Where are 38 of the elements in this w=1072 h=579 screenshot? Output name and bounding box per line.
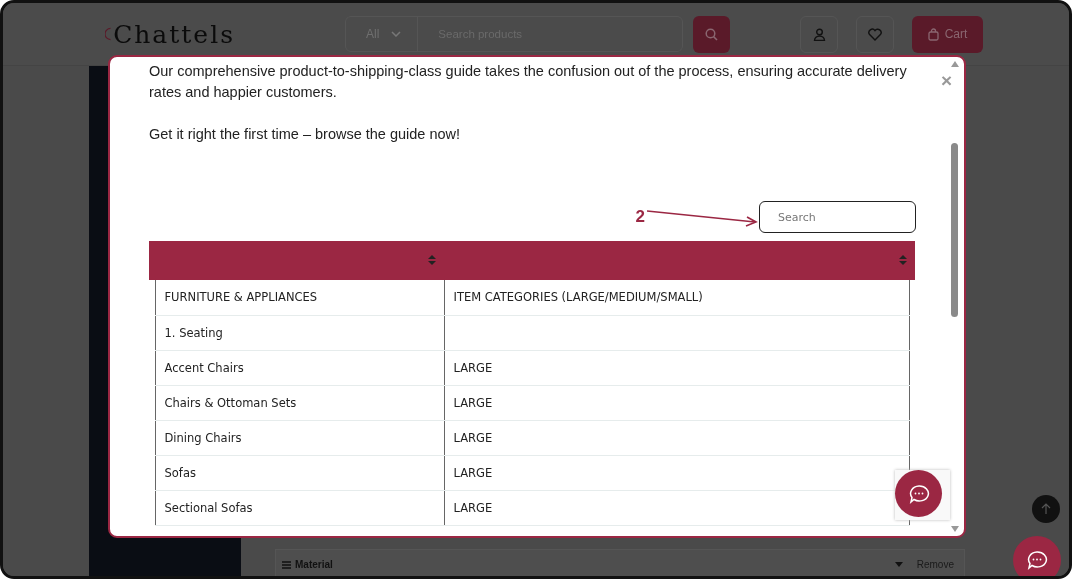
table-cell: Dining Chairs	[155, 420, 444, 455]
logo[interactable]: Chattels	[113, 19, 235, 49]
account-button[interactable]	[800, 15, 838, 53]
bag-icon	[927, 27, 939, 41]
table-cell: FURNITURE & APPLIANCES	[155, 280, 444, 315]
search-field[interactable]: Search	[759, 201, 916, 233]
table-cell: Chairs & Ottoman Sets	[155, 385, 444, 420]
sort-icon[interactable]	[899, 254, 907, 265]
user-icon	[812, 27, 826, 41]
cart-button[interactable]: Cart	[912, 15, 983, 53]
search-button[interactable]	[693, 15, 730, 53]
table-cell: LARGE	[444, 420, 909, 455]
sort-icon[interactable]	[428, 254, 436, 265]
chevron-down-icon	[391, 31, 402, 37]
filter-label: Material	[295, 559, 334, 570]
table-cell: ITEM CATEGORIES (LARGE/MEDIUM/SMALL)	[444, 280, 909, 315]
chat-button[interactable]	[1013, 536, 1061, 576]
intro-text: Our comprehensive product-to-shipping-class guide takes the confusion out of the process, ensuring accurate delivery rates and happier customers.	[149, 62, 908, 102]
annotation-number: 2	[635, 207, 645, 227]
chat-bubble-icon	[1026, 550, 1048, 570]
arrow-up-icon	[1041, 503, 1051, 515]
intro-text: Get it right the first time – browse the guide now!	[149, 125, 462, 144]
table-cell: LARGE	[444, 350, 909, 385]
table-cell: Sectional Sofas	[155, 490, 444, 525]
scroll-down-icon[interactable]	[951, 526, 959, 532]
heart-icon	[868, 27, 882, 41]
close-button[interactable]: ×	[940, 71, 952, 90]
back-to-top-button[interactable]	[1032, 495, 1060, 523]
search-icon	[705, 27, 718, 41]
chat-bubble-icon	[907, 483, 930, 504]
scrollbar[interactable]	[950, 61, 960, 532]
wishlist-button[interactable]	[856, 15, 894, 53]
caret-icon	[894, 562, 903, 567]
table-cell: Accent Chairs	[155, 350, 444, 385]
table-cell: 1. Seating	[155, 315, 444, 350]
table-cell: LARGE	[444, 385, 909, 420]
table-cell: Sofas	[155, 455, 444, 490]
menu-icon	[282, 560, 291, 569]
